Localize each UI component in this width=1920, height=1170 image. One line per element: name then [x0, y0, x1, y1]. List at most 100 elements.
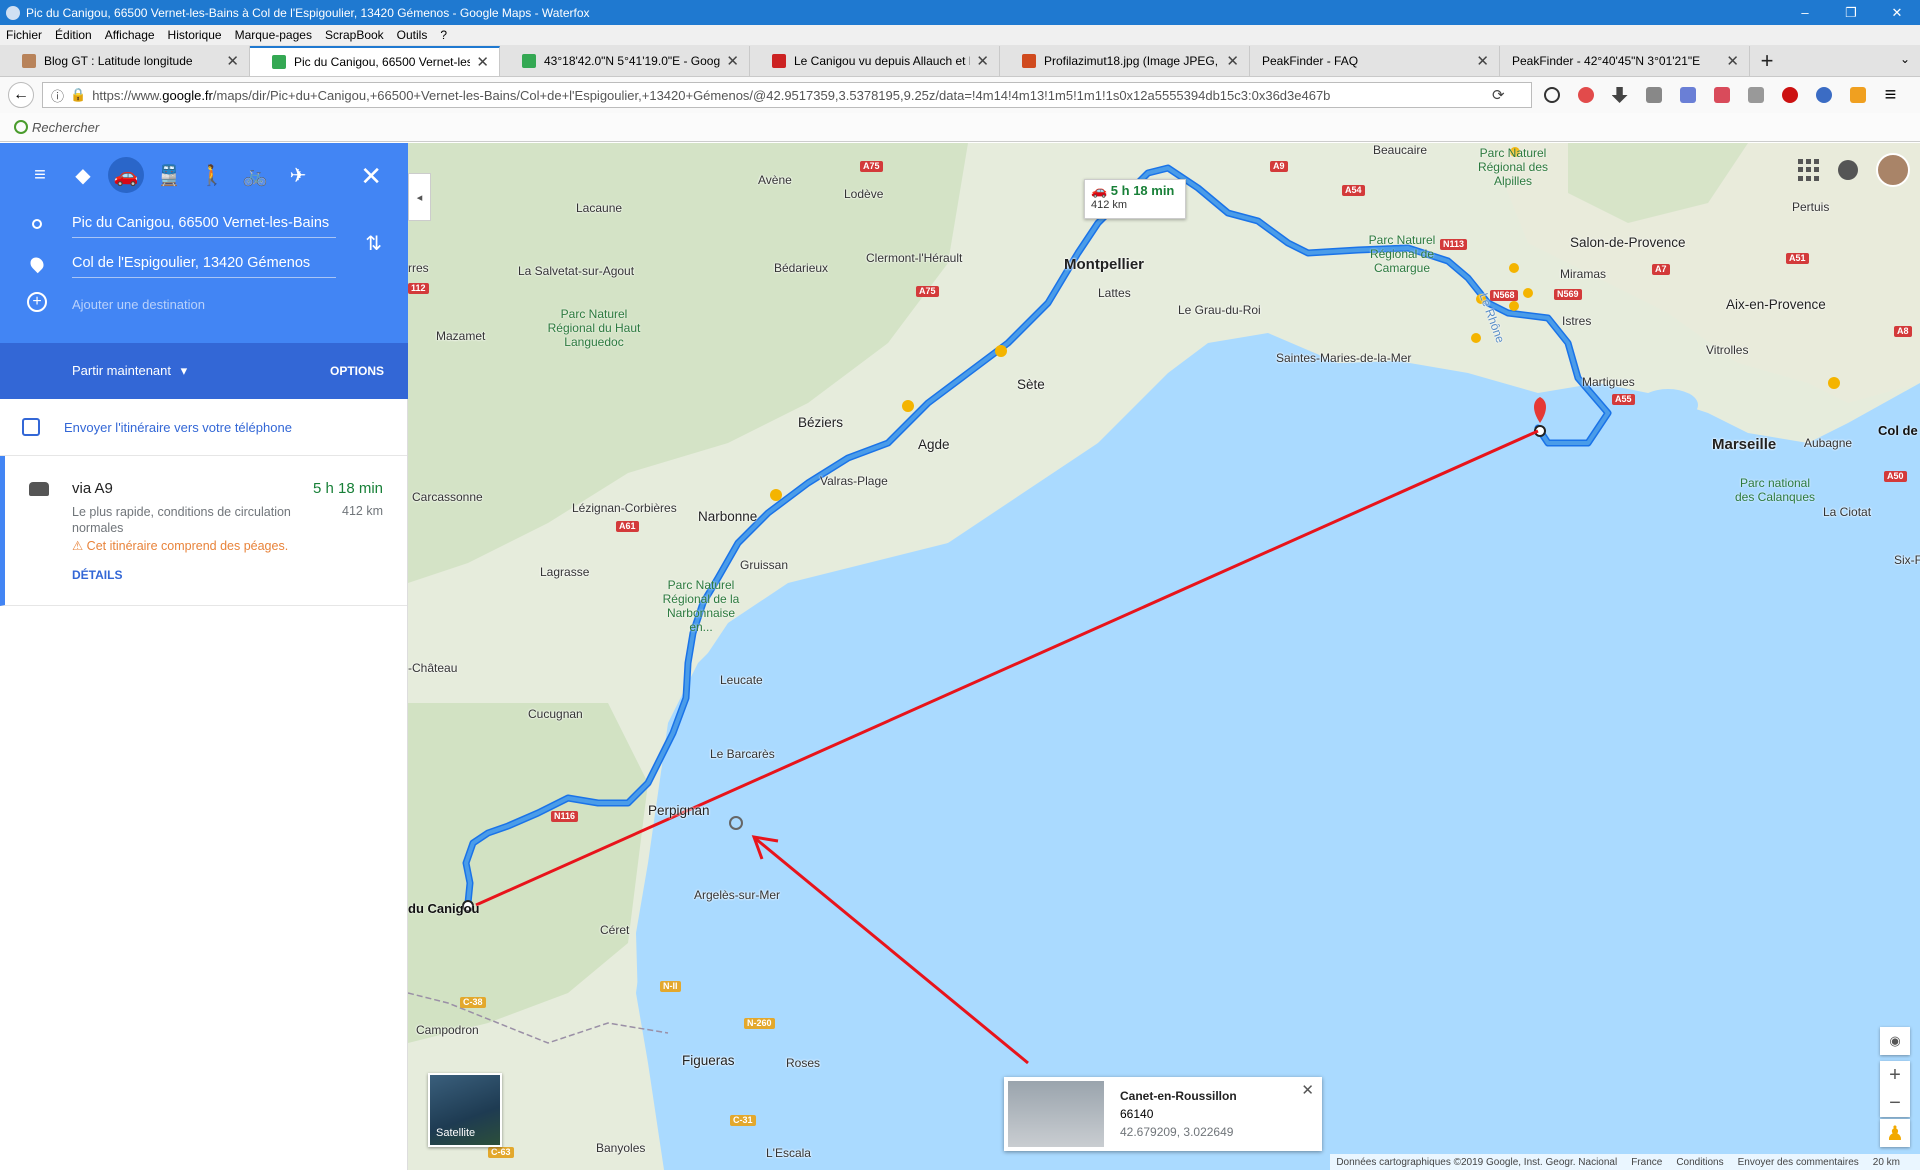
- route-duration: 5 h 18 min: [312, 480, 383, 497]
- menu-affichage[interactable]: Affichage: [105, 28, 155, 42]
- flight-icon[interactable]: ✈: [280, 157, 316, 193]
- origin-input[interactable]: Pic du Canigou, 66500 Vernet-les-Bains: [72, 215, 336, 238]
- tab-peakfinder-faq[interactable]: PeakFinder - FAQ ✕: [1250, 46, 1500, 76]
- menu-outils[interactable]: Outils: [397, 28, 428, 42]
- zoom-out-button[interactable]: −: [1880, 1089, 1910, 1117]
- menu-fichier[interactable]: Fichier: [6, 28, 42, 42]
- tab-close-icon[interactable]: ✕: [1476, 52, 1489, 70]
- traffic-icon[interactable]: [902, 400, 914, 412]
- city-label: Roses: [786, 1056, 821, 1070]
- destination-input[interactable]: Col de l'Espigoulier, 13420 Gémenos: [72, 255, 336, 278]
- bike-icon[interactable]: 🚲: [237, 157, 273, 193]
- tab-canigou-allauch[interactable]: Le Canigou vu depuis Allauch et Marseill…: [750, 46, 1000, 76]
- etang-de-berre: [1638, 389, 1698, 421]
- download-icon[interactable]: [1611, 87, 1628, 103]
- maximize-button[interactable]: ❐: [1828, 0, 1874, 25]
- menu-edition[interactable]: Édition: [55, 28, 92, 42]
- my-location-icon[interactable]: ◉: [1880, 1027, 1910, 1055]
- menu-marque-pages[interactable]: Marque-pages: [235, 28, 312, 42]
- city-label: L'Escala: [766, 1146, 811, 1160]
- tab-google-maps-route[interactable]: Pic du Canigou, 66500 Vernet-les-Bains ✕: [250, 46, 500, 76]
- add-destination-input[interactable]: Ajouter une destination: [72, 297, 205, 312]
- tab-label: PeakFinder - 42°40'45"N 3°01'21"E: [1512, 54, 1701, 68]
- collapse-panel-button[interactable]: ◂: [408, 173, 431, 221]
- city-label: Marseille: [1712, 436, 1777, 453]
- search-icon[interactable]: [1543, 87, 1560, 103]
- depart-now-dropdown[interactable]: Partir maintenant ▾: [72, 363, 187, 379]
- city-label: Aix-en-Provence: [1726, 297, 1826, 312]
- extension-globe-icon[interactable]: [1815, 87, 1832, 103]
- region-link[interactable]: France: [1631, 1157, 1662, 1168]
- map-canvas[interactable]: ◂ 🚗 5 h 18 min 412 km Montpellier Marsei…: [408, 143, 1920, 1170]
- extension-orange-icon[interactable]: [1849, 87, 1866, 103]
- close-window-button[interactable]: ✕: [1874, 0, 1920, 25]
- feedback-link[interactable]: Envoyer des commentaires: [1738, 1157, 1859, 1168]
- tab-list-chevron-icon[interactable]: ⌄: [1900, 52, 1910, 66]
- details-link[interactable]: DÉTAILS: [72, 568, 122, 582]
- traffic-icon[interactable]: [770, 489, 782, 501]
- tab-close-icon[interactable]: ✕: [976, 52, 989, 70]
- extension-blue-icon[interactable]: [1679, 87, 1696, 103]
- satellite-toggle[interactable]: Satellite: [428, 1073, 502, 1147]
- terms-link[interactable]: Conditions: [1676, 1157, 1723, 1168]
- hamburger-menu-icon[interactable]: ≡: [1885, 84, 1897, 107]
- tab-close-icon[interactable]: ✕: [1226, 52, 1239, 70]
- new-tab-button[interactable]: +: [1750, 46, 1784, 76]
- poi-star-icon[interactable]: [1509, 263, 1519, 273]
- close-directions-button[interactable]: ✕: [360, 161, 382, 192]
- city-label: La Ciotat: [1823, 505, 1872, 519]
- traffic-icon[interactable]: [995, 345, 1007, 357]
- tab-profilazimut[interactable]: Profilazimut18.jpg (Image JPEG, 800 × 60…: [1000, 46, 1250, 76]
- route-callout[interactable]: 🚗 5 h 18 min 412 km: [1084, 179, 1186, 219]
- transit-icon[interactable]: 🚆: [151, 157, 187, 193]
- close-place-card-icon[interactable]: ✕: [1301, 1081, 1314, 1099]
- minimize-button[interactable]: –: [1782, 0, 1828, 25]
- poi-star-icon[interactable]: [1509, 301, 1519, 311]
- poi-star-icon[interactable]: [1471, 333, 1481, 343]
- adblock-icon[interactable]: [1781, 87, 1798, 103]
- tab-close-icon[interactable]: ✕: [1726, 52, 1739, 70]
- pegman-icon[interactable]: ♟: [1880, 1119, 1910, 1147]
- menu-help[interactable]: ?: [440, 28, 447, 42]
- swap-icon[interactable]: ⇅: [365, 231, 382, 256]
- zoom-in-button[interactable]: +: [1880, 1061, 1910, 1089]
- extension-gray-icon[interactable]: [1747, 87, 1764, 103]
- tab-peakfinder-coords[interactable]: PeakFinder - 42°40'45"N 3°01'21"E ✕: [1500, 46, 1750, 76]
- reload-icon[interactable]: ⟳: [1492, 86, 1505, 104]
- route-name: via A9: [72, 480, 113, 497]
- place-thumbnail[interactable]: [1008, 1081, 1104, 1147]
- add-destination-icon[interactable]: +: [27, 292, 47, 312]
- tab-close-icon[interactable]: ✕: [226, 52, 239, 70]
- car-icon[interactable]: 🚗: [108, 157, 144, 193]
- options-button[interactable]: OPTIONS: [330, 364, 384, 378]
- place-name[interactable]: Canet-en-Roussillon: [1120, 1087, 1237, 1105]
- directions-icon[interactable]: ◆: [65, 157, 101, 193]
- send-to-phone-row[interactable]: Envoyer l'itinéraire vers votre téléphon…: [0, 399, 407, 456]
- poi-star-icon[interactable]: [1523, 288, 1533, 298]
- origin-dot-icon: [32, 219, 42, 229]
- tab-google-maps-coords[interactable]: 43°18'42.0"N 5°41'19.0"E - Google Maps ✕: [500, 46, 750, 76]
- tab-blog-gt[interactable]: Blog GT : Latitude longitude ✕: [0, 46, 250, 76]
- notifications-icon[interactable]: [1838, 160, 1858, 180]
- route-option[interactable]: via A9 5 h 18 min Le plus rapide, condit…: [0, 456, 407, 606]
- place-coordinates[interactable]: 42.679209, 3.022649: [1120, 1123, 1237, 1141]
- traffic-icon[interactable]: [1828, 377, 1840, 389]
- extension-puzzle-icon[interactable]: [1645, 87, 1662, 103]
- tab-close-icon[interactable]: ✕: [726, 52, 739, 70]
- search-bar[interactable]: Rechercher: [0, 113, 1920, 142]
- info-icon[interactable]: ⓘ: [51, 86, 64, 105]
- back-button[interactable]: ←: [8, 82, 34, 108]
- menu-historique[interactable]: Historique: [168, 28, 222, 42]
- tab-close-icon[interactable]: ✕: [476, 53, 489, 71]
- menu-scrapbook[interactable]: ScrapBook: [325, 28, 384, 42]
- extension-red-icon[interactable]: [1577, 87, 1594, 103]
- avatar[interactable]: [1876, 153, 1910, 187]
- walk-icon[interactable]: 🚶: [194, 157, 230, 193]
- url-bar[interactable]: ⓘ 🔒 https://www.google.fr/maps/dir/Pic+d…: [42, 82, 1532, 108]
- apps-grid-icon[interactable]: [1798, 159, 1820, 181]
- extension-pocket-icon[interactable]: [1713, 87, 1730, 103]
- menu-icon[interactable]: ≡: [22, 157, 58, 193]
- place-card[interactable]: Canet-en-Roussillon 66140 42.679209, 3.0…: [1004, 1077, 1322, 1151]
- satellite-label: Satellite: [436, 1127, 476, 1139]
- scale-label[interactable]: 20 km: [1873, 1157, 1900, 1168]
